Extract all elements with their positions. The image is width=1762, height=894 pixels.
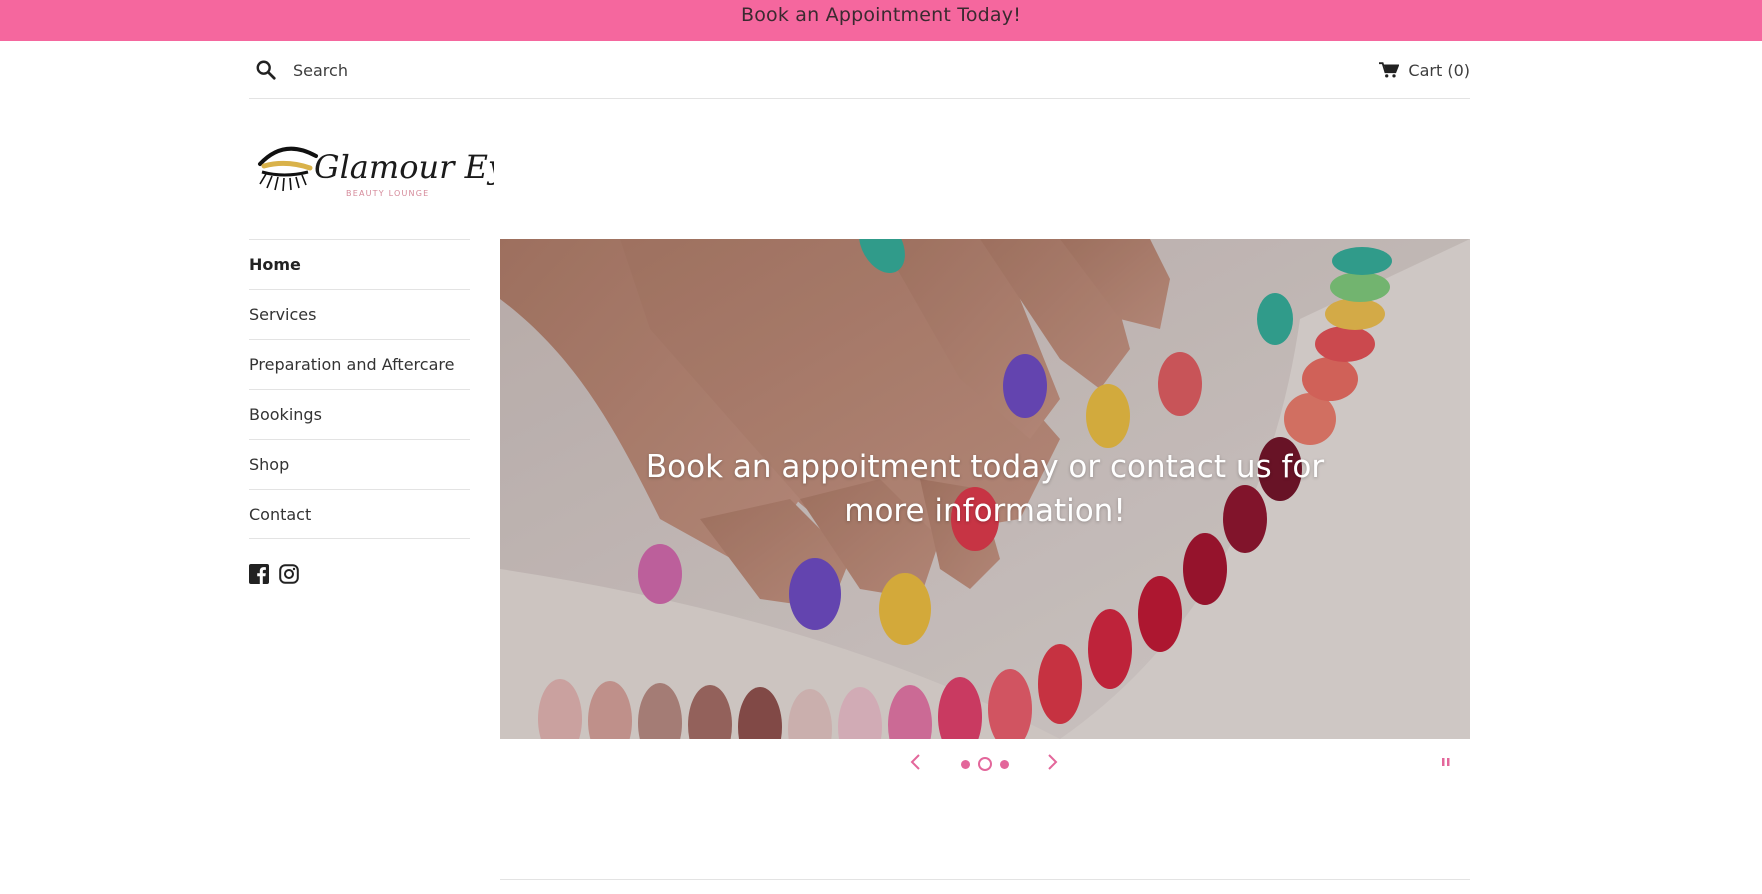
cart-label: Cart (0) xyxy=(1408,60,1470,80)
slide-dot-1[interactable] xyxy=(961,760,970,769)
nav-item-contact[interactable]: Contact xyxy=(249,489,470,539)
facebook-icon[interactable] xyxy=(249,564,269,584)
hero-slideshow[interactable]: Book an appoitment today or contact us f… xyxy=(500,239,1470,739)
cart-link[interactable]: Cart (0) xyxy=(1379,59,1470,81)
logo-brand: Glamour Eyes xyxy=(314,148,494,186)
chevron-left-icon[interactable] xyxy=(908,752,924,772)
logo[interactable]: Glamour Eyes BEAUTY LOUNGE xyxy=(254,128,541,204)
section-divider xyxy=(500,879,1470,880)
announcement-link[interactable]: Book an Appointment Today! xyxy=(741,4,1021,26)
search-icon[interactable] xyxy=(255,59,277,81)
top-bar: Cart (0) xyxy=(249,41,1470,99)
chevron-right-icon[interactable] xyxy=(1044,752,1060,772)
search-input[interactable] xyxy=(293,57,713,83)
slideshow-controls xyxy=(500,748,1470,778)
logo-tagline: BEAUTY LOUNGE xyxy=(346,189,429,198)
announcement-bar[interactable]: Book an Appointment Today! xyxy=(0,0,1762,41)
nav-item-services[interactable]: Services xyxy=(249,289,470,339)
nav-item-home[interactable]: Home xyxy=(249,239,470,289)
nav-item-preparation-aftercare[interactable]: Preparation and Aftercare xyxy=(249,339,470,389)
nav-item-bookings[interactable]: Bookings xyxy=(249,389,470,439)
slide-dot-3[interactable] xyxy=(1000,760,1009,769)
pause-icon[interactable] xyxy=(1440,755,1452,769)
instagram-icon[interactable] xyxy=(279,564,299,584)
social-links xyxy=(249,564,299,584)
slide-dot-2-active[interactable] xyxy=(978,757,992,771)
sidebar-nav: Home Services Preparation and Aftercare … xyxy=(249,239,470,539)
logo-image: Glamour Eyes BEAUTY LOUNGE xyxy=(258,146,541,198)
hero-caption: Book an appoitment today or contact us f… xyxy=(645,449,1325,529)
nav-item-shop[interactable]: Shop xyxy=(249,439,470,489)
cart-icon xyxy=(1379,62,1400,78)
